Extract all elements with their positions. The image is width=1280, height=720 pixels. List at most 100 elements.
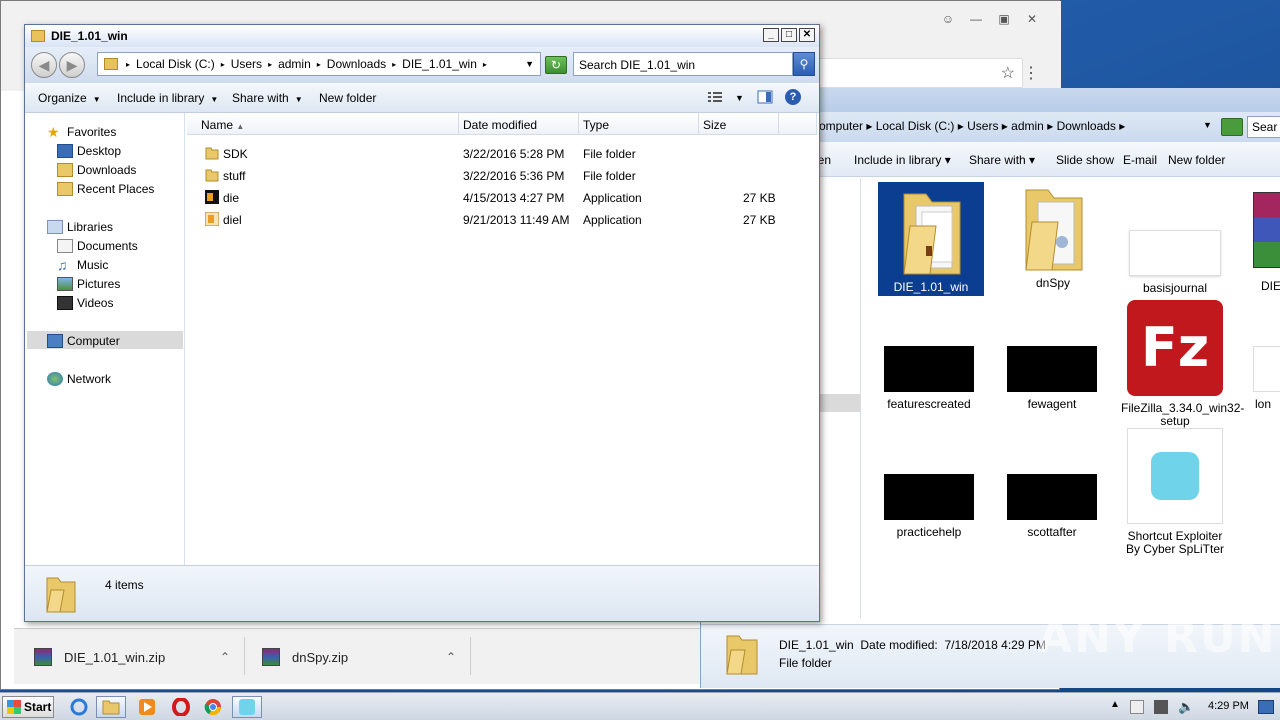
chrome-taskbar-icon[interactable] xyxy=(198,696,228,718)
breadcrumb-item[interactable]: Downloads xyxy=(327,57,386,71)
column-header-type[interactable]: Type xyxy=(579,113,699,135)
file-row[interactable]: stuff 3/22/2016 5:36 PM File folder xyxy=(187,165,819,187)
chevron-right-icon[interactable]: ▸ xyxy=(392,60,396,69)
breadcrumb-item[interactable]: DIE_1.01_win xyxy=(402,57,477,71)
new-folder-button[interactable]: New folder xyxy=(319,91,376,105)
file-row[interactable]: die 4/15/2013 4:27 PM Application 27 KB xyxy=(187,187,819,209)
action-center-icon[interactable] xyxy=(1130,700,1144,714)
share-with-button[interactable]: Share with ▼ xyxy=(232,91,303,105)
bookmark-star-icon[interactable]: ☆ xyxy=(1001,63,1015,83)
window-title-bar[interactable]: DIE_1.01_win _ □ ✕ xyxy=(25,25,819,47)
help-icon[interactable]: ? xyxy=(785,89,801,105)
search-icon[interactable]: ⚲ xyxy=(793,52,815,76)
file-row[interactable]: SDK 3/22/2016 5:28 PM File folder xyxy=(187,143,819,165)
file-row[interactable]: diel 9/21/2013 11:49 AM Application 27 K… xyxy=(187,209,819,231)
nav-music[interactable]: ♫ Music xyxy=(57,258,108,272)
opera-taskbar-icon[interactable] xyxy=(166,696,196,718)
include-in-library-button[interactable]: Include in library ▾ xyxy=(854,153,951,167)
show-hidden-icons[interactable]: ▲ xyxy=(1110,699,1120,710)
nav-computer[interactable]: Computer xyxy=(47,334,120,348)
chevron-right-icon[interactable]: ▸ xyxy=(317,60,321,69)
minimize-icon[interactable]: — xyxy=(963,9,989,29)
tile-basisjournal[interactable]: basisjournal xyxy=(1121,230,1229,295)
chevron-right-icon[interactable]: ▸ xyxy=(221,60,225,69)
column-header-name[interactable]: Name ▲ xyxy=(187,113,459,135)
chevron-down-icon[interactable]: ▼ xyxy=(735,93,744,103)
chevron-down-icon[interactable]: ▼ xyxy=(525,59,534,69)
nav-network[interactable]: Network xyxy=(47,372,111,386)
tile-featurescreated[interactable]: featurescreated xyxy=(875,346,983,411)
chevron-right-icon[interactable]: ▸ xyxy=(126,60,130,69)
chrome-address-bar[interactable] xyxy=(801,58,1023,88)
tile-die-folder[interactable]: DIE_1.01_win xyxy=(877,182,985,296)
column-header-size[interactable]: Size xyxy=(699,113,779,135)
tile-fewagent[interactable]: fewagent xyxy=(998,346,1106,411)
nav-desktop[interactable]: Desktop xyxy=(57,144,121,158)
media-player-taskbar-icon[interactable] xyxy=(132,696,162,718)
back-button[interactable]: ◀ xyxy=(31,52,57,78)
nav-documents[interactable]: Documents xyxy=(57,239,138,253)
refresh-button[interactable]: ↻ xyxy=(545,56,567,74)
tile-dnspy-folder[interactable]: dnSpy xyxy=(999,182,1107,290)
document-thumbnail xyxy=(1253,346,1280,392)
chevron-down-icon[interactable]: ▼ xyxy=(1203,120,1212,130)
column-header-date-modified[interactable]: Date modified xyxy=(459,113,579,135)
new-folder-button[interactable]: New folder xyxy=(1168,153,1225,167)
tile-filezilla[interactable]: Fz FileZilla_3.34.0_win32-setup xyxy=(1121,300,1244,428)
view-details-icon[interactable] xyxy=(707,89,723,105)
search-input[interactable]: Search DIE_1.01_win xyxy=(573,52,793,76)
forward-button[interactable]: ▶ xyxy=(59,52,85,78)
details-type: File folder xyxy=(779,656,832,670)
breadcrumb-item[interactable]: Local Disk (C:) xyxy=(136,57,215,71)
close-icon[interactable]: ✕ xyxy=(1019,9,1045,29)
file-date: 4/15/2013 4:27 PM xyxy=(463,191,565,205)
maximize-button[interactable]: □ xyxy=(781,28,797,42)
tile-scottafter[interactable]: scottafter xyxy=(998,474,1106,539)
show-desktop-icon[interactable] xyxy=(1258,700,1274,714)
profile-icon[interactable]: ☺ xyxy=(935,9,961,29)
download-item[interactable]: dnSpy.zip ⌃ xyxy=(262,629,456,685)
nav-downloads[interactable]: Downloads xyxy=(57,163,136,177)
tile-shortcut-exploiter[interactable]: Shortcut Exploiter By Cyber SpLiTter xyxy=(1121,428,1229,556)
volume-icon[interactable]: 🔈 xyxy=(1178,699,1194,715)
address-bar[interactable]: ▸ Local Disk (C:) ▸ Users ▸ admin ▸ Down… xyxy=(97,52,541,76)
chevron-up-icon[interactable]: ⌃ xyxy=(446,650,456,664)
nav-recent-places[interactable]: Recent Places xyxy=(57,182,154,196)
include-in-library-button[interactable]: Include in library ▼ xyxy=(117,91,218,105)
slide-show-button[interactable]: Slide show xyxy=(1056,153,1114,167)
organize-button[interactable]: Organize ▼ xyxy=(38,91,101,105)
breadcrumb[interactable]: omputer ▸ Local Disk (C:) ▸ Users ▸ admi… xyxy=(819,119,1125,133)
refresh-icon[interactable] xyxy=(1221,118,1243,136)
download-item[interactable]: DIE_1.01_win.zip ⌃ xyxy=(34,629,230,685)
preview-pane-icon[interactable] xyxy=(757,89,773,105)
tile-lon[interactable]: lon xyxy=(1249,346,1280,411)
email-button[interactable]: E-mail xyxy=(1123,153,1157,167)
tile-practicehelp[interactable]: practicehelp xyxy=(875,474,983,539)
windows-logo-icon xyxy=(7,700,21,714)
start-button[interactable]: Start xyxy=(2,696,54,718)
share-with-button[interactable]: Share with ▾ xyxy=(969,153,1035,167)
restore-icon[interactable]: ▣ xyxy=(991,9,1017,29)
libraries-icon xyxy=(47,220,63,234)
chevron-up-icon[interactable]: ⌃ xyxy=(220,650,230,664)
nav-pictures[interactable]: Pictures xyxy=(57,277,120,291)
nav-favorites[interactable]: ★ Favorites xyxy=(47,125,116,139)
chevron-right-icon[interactable]: ▸ xyxy=(268,60,272,69)
breadcrumb-item[interactable]: admin xyxy=(278,57,311,71)
search-input[interactable]: Sear xyxy=(1247,116,1280,138)
shortcut-exploiter-taskbar-icon[interactable] xyxy=(232,696,262,718)
nav-videos[interactable]: Videos xyxy=(57,296,113,310)
network-icon xyxy=(47,372,63,386)
network-tray-icon[interactable] xyxy=(1154,700,1168,714)
ie-taskbar-icon[interactable] xyxy=(64,696,94,718)
clock[interactable]: 4:29 PM xyxy=(1208,700,1249,712)
chrome-menu-icon[interactable]: ⋮ xyxy=(1023,63,1039,83)
file-size: 27 KB xyxy=(743,191,776,205)
chevron-right-icon[interactable]: ▸ xyxy=(483,60,487,69)
close-button[interactable]: ✕ xyxy=(799,28,815,42)
nav-libraries[interactable]: Libraries xyxy=(47,220,113,234)
tile-die-archive[interactable]: DIE xyxy=(1227,192,1280,293)
breadcrumb-item[interactable]: Users xyxy=(231,57,262,71)
minimize-button[interactable]: _ xyxy=(763,28,779,42)
explorer-taskbar-icon[interactable] xyxy=(96,696,126,718)
